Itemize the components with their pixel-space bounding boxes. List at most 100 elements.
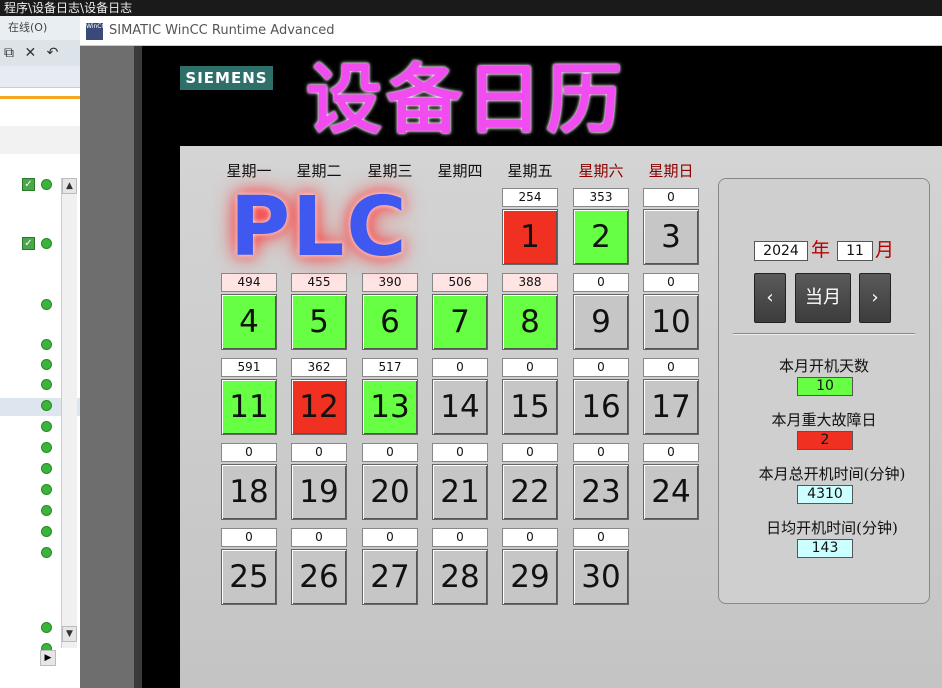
day-cell[interactable]: 9 — [573, 294, 629, 350]
stat-value: 143 — [797, 539, 853, 558]
year-label: 年 — [811, 239, 831, 261]
day-runtime-count: 0 — [432, 443, 488, 462]
scroll-down-icon[interactable]: ▼ — [62, 626, 77, 642]
day-cell[interactable]: 24 — [643, 464, 699, 520]
day-runtime-count: 390 — [362, 273, 418, 292]
day-cell[interactable]: 28 — [432, 549, 488, 605]
day-runtime-count: 254 — [502, 188, 558, 207]
day-runtime-count: 0 — [502, 528, 558, 547]
scroll-up-icon[interactable]: ▲ — [62, 178, 77, 194]
day-cell[interactable]: 6 — [362, 294, 418, 350]
day-cell[interactable]: 21 — [432, 464, 488, 520]
day-cell[interactable]: 5 — [291, 294, 347, 350]
status-ok-icon — [41, 463, 52, 474]
weekday-label: 星期一 — [226, 162, 272, 180]
vertical-scrollbar[interactable]: ▲ ▼ — [61, 178, 77, 648]
day-cell[interactable]: 8 — [502, 294, 558, 350]
weekday-label: 星期二 — [296, 162, 342, 180]
status-ok-icon — [41, 179, 52, 190]
status-ok-icon — [41, 484, 52, 495]
stat-value: 10 — [797, 377, 853, 396]
day-cell[interactable]: 11 — [221, 379, 277, 435]
day-cell[interactable]: 27 — [362, 549, 418, 605]
status-ok-icon — [41, 299, 52, 310]
day-runtime-count: 506 — [432, 273, 488, 292]
day-cell[interactable]: 7 — [432, 294, 488, 350]
day-runtime-count: 0 — [643, 273, 699, 292]
stat-value: 4310 — [797, 485, 853, 504]
window-title: SIMATIC WinCC Runtime Advanced — [109, 23, 335, 38]
day-cell[interactable]: 16 — [573, 379, 629, 435]
status-ok-icon — [41, 400, 52, 411]
day-runtime-count: 0 — [643, 358, 699, 377]
weekday-label: 星期四 — [437, 162, 483, 180]
day-runtime-count: 0 — [221, 443, 277, 462]
undo-icon[interactable]: ↶ — [47, 45, 59, 61]
day-cell[interactable]: 10 — [643, 294, 699, 350]
stat-label: 本月总开机时间(分钟) — [758, 465, 906, 483]
day-cell[interactable]: 2 — [573, 209, 629, 265]
day-cell[interactable]: 4 — [221, 294, 277, 350]
weekday-label: 星期五 — [507, 162, 553, 180]
window-frame-inner — [134, 46, 142, 688]
stat-value: 2 — [797, 431, 853, 450]
day-cell[interactable]: 19 — [291, 464, 347, 520]
day-cell[interactable]: 3 — [643, 209, 699, 265]
day-runtime-count: 494 — [221, 273, 277, 292]
day-runtime-count: 591 — [221, 358, 277, 377]
day-runtime-count: 0 — [573, 358, 629, 377]
stat-label: 本月重大故障日 — [771, 411, 877, 429]
calendar-panel: 星期一 星期二 星期三 星期四 星期五 星期六 星期日 254 1 353 2 0 3 494 4 455 5… — [180, 146, 942, 688]
day-runtime-count: 0 — [573, 273, 629, 292]
day-cell[interactable]: 23 — [573, 464, 629, 520]
status-ok-icon — [41, 547, 52, 558]
check-icon[interactable]: ✓ — [22, 237, 35, 250]
day-cell[interactable]: 13 — [362, 379, 418, 435]
day-cell[interactable]: 12 — [291, 379, 347, 435]
day-runtime-count: 0 — [432, 358, 488, 377]
copy-icon[interactable]: ⧉ — [4, 45, 14, 61]
day-cell[interactable]: 1 — [502, 209, 558, 265]
day-runtime-count: 0 — [291, 528, 347, 547]
status-ok-icon — [41, 238, 52, 249]
delete-icon[interactable]: ✕ — [24, 45, 36, 61]
scroll-right-icon[interactable]: ▶ — [40, 650, 56, 666]
day-runtime-count: 388 — [502, 273, 558, 292]
day-cell[interactable]: 30 — [573, 549, 629, 605]
day-runtime-count: 0 — [432, 528, 488, 547]
day-runtime-count: 0 — [362, 443, 418, 462]
day-cell[interactable]: 25 — [221, 549, 277, 605]
day-cell[interactable]: 17 — [643, 379, 699, 435]
next-month-button[interactable]: › — [859, 273, 891, 323]
background-app-title: 程序\设备日志\设备日志 — [0, 0, 942, 16]
background-project-tree: ✓ ✓ ▲ ▼ ▶ — [0, 66, 80, 688]
prev-month-button[interactable]: ‹ — [754, 273, 786, 323]
day-cell[interactable]: 18 — [221, 464, 277, 520]
year-field[interactable]: 2024 — [754, 241, 808, 261]
day-runtime-count: 0 — [643, 443, 699, 462]
sidebar-divider — [733, 333, 915, 335]
wincc-runtime-window: WinCC SIMATIC WinCC Runtime Advanced SIE… — [80, 16, 942, 688]
stat-label: 本月开机天数 — [778, 357, 869, 375]
day-cell[interactable]: 20 — [362, 464, 418, 520]
stat-label: 日均开机时间(分钟) — [766, 519, 898, 537]
day-cell[interactable]: 29 — [502, 549, 558, 605]
day-runtime-count: 0 — [362, 528, 418, 547]
check-icon[interactable]: ✓ — [22, 178, 35, 191]
status-ok-icon — [41, 442, 52, 453]
weekday-label: 星期六 — [578, 162, 624, 180]
day-cell[interactable]: 15 — [502, 379, 558, 435]
day-cell[interactable]: 14 — [432, 379, 488, 435]
menu-online[interactable]: 在线(O) — [0, 16, 80, 40]
status-ok-icon — [41, 379, 52, 390]
weekday-label: 星期日 — [648, 162, 694, 180]
day-cell[interactable]: 26 — [291, 549, 347, 605]
day-runtime-count: 0 — [502, 443, 558, 462]
page-title: 设备日历 — [306, 55, 626, 144]
current-month-button[interactable]: 当月 — [795, 273, 851, 323]
day-runtime-count: 0 — [643, 188, 699, 207]
month-field[interactable]: 11 — [837, 241, 873, 261]
day-runtime-count: 0 — [573, 443, 629, 462]
siemens-logo: SIEMENS — [180, 66, 273, 90]
day-cell[interactable]: 22 — [502, 464, 558, 520]
